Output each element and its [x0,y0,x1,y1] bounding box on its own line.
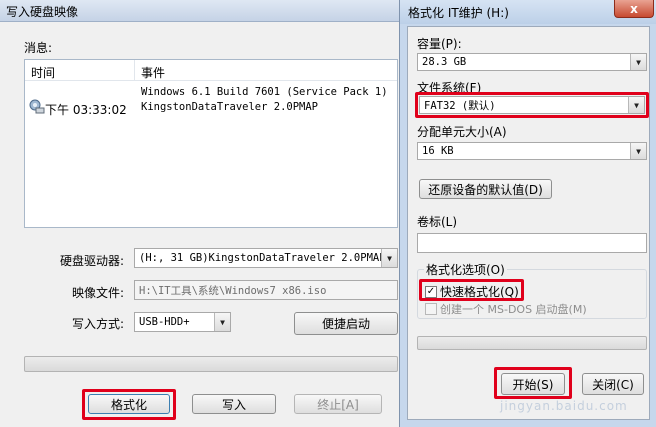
drive-select[interactable]: (H:, 31 GB)KingstonDataTraveler 2.0PMAP … [134,248,398,268]
capacity-value: 28.3 GB [422,56,467,68]
log-row-1-event: Windows 6.1 Build 7601 (Service Pack 1) [141,86,388,98]
msdos-label: 创建一个 MS-DOS 启动盘(M) [440,303,587,316]
restore-defaults-button[interactable]: 还原设备的默认值(D) [419,179,552,199]
computer-info-icon [29,98,45,114]
log-row-2-event: KingstonDataTraveler 2.0PMAP [141,101,319,113]
msdos-checkbox[interactable] [425,303,437,315]
volume-label-input[interactable] [417,233,647,253]
messages-label: 消息: [24,41,53,55]
write-progress-bar [24,356,398,372]
chevron-down-icon[interactable]: ▼ [381,249,397,267]
file-system-value: FAT32 (默认) [424,99,496,112]
message-log[interactable]: 时间 事件 Windows 6.1 Build 7601 (Service Pa… [24,59,398,228]
quick-format-checkbox[interactable]: ✓ [425,285,437,298]
log-header: 时间 事件 [25,60,397,81]
log-row-2-time: 下午 03:33:02 [45,103,127,117]
write-button[interactable]: 写入 [192,394,276,414]
format-dialog-title: 格式化 IT维护 (H:) [408,6,509,20]
allocation-unit-label: 分配单元大小(A) [417,125,507,139]
allocation-unit-value: 16 KB [422,145,454,157]
file-system-select[interactable]: FAT32 (默认) ▼ [419,96,645,114]
format-progress-bar [417,336,647,350]
image-file-field[interactable]: H:\IT工具\系统\Windows7 x86.iso [134,280,398,300]
write-window-titlebar[interactable]: 写入硬盘映像 [0,0,400,22]
format-button[interactable]: 格式化 [88,394,170,414]
quick-boot-button[interactable]: 便捷启动 [294,312,398,335]
msdos-option[interactable]: 创建一个 MS-DOS 启动盘(M) [425,301,587,317]
quick-format-label: 快速格式化(Q) [440,285,519,299]
write-method-value: USB-HDD+ [139,316,190,328]
chevron-down-icon[interactable]: ▼ [630,143,646,159]
chevron-down-icon[interactable]: ▼ [214,313,230,331]
capacity-select[interactable]: 28.3 GB ▼ [417,53,647,71]
log-col-event[interactable]: 事件 [141,64,165,81]
log-col-time[interactable]: 时间 [31,64,55,81]
start-button[interactable]: 开始(S) [501,373,565,395]
write-window-title: 写入硬盘映像 [6,5,79,19]
write-method-label: 写入方式: [72,317,125,331]
stop-button[interactable]: 终止[A] [294,394,382,414]
allocation-unit-select[interactable]: 16 KB ▼ [417,142,647,160]
format-dialog: 格式化 IT维护 (H:) x 容量(P): 28.3 GB ▼ 文件系统(F)… [399,0,656,427]
image-file-label: 映像文件: [72,286,125,300]
quick-format-option[interactable]: ✓ 快速格式化(Q) [425,283,519,300]
watermark-text: jingyan.baidu.com [500,399,628,413]
write-image-window: 写入硬盘映像 消息: 时间 事件 Windows 6.1 Build 7601 … [0,0,400,427]
chevron-down-icon[interactable]: ▼ [628,97,644,113]
image-file-value: H:\IT工具\系统\Windows7 x86.iso [139,284,327,297]
close-icon[interactable]: x [614,0,654,18]
file-system-label: 文件系统(F) [417,81,482,95]
chevron-down-icon[interactable]: ▼ [630,54,646,70]
write-method-select[interactable]: USB-HDD+ ▼ [134,312,231,332]
capacity-label: 容量(P): [417,37,462,51]
format-options-label: 格式化选项(O) [424,261,507,278]
drive-label: 硬盘驱动器: [60,254,125,268]
drive-select-value: (H:, 31 GB)KingstonDataTraveler 2.0PMAP [139,252,386,264]
format-dialog-body: 容量(P): 28.3 GB ▼ 文件系统(F) FAT32 (默认) ▼ 分配… [407,26,650,420]
volume-label-label: 卷标(L) [417,215,458,229]
close-button[interactable]: 关闭(C) [582,373,644,395]
